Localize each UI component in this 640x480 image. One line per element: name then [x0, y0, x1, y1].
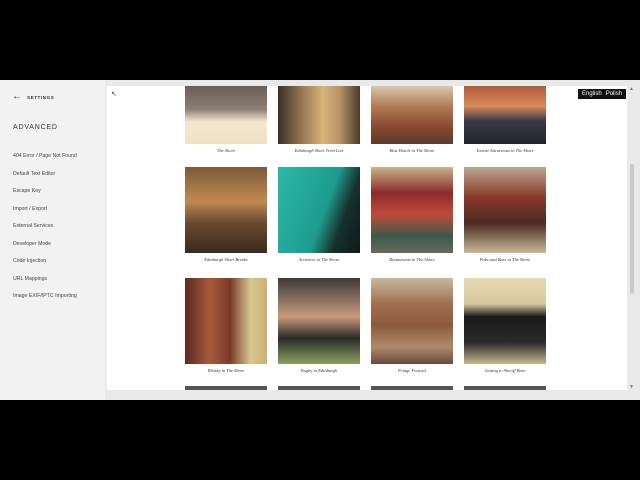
section-title: ADVANCED — [13, 124, 58, 131]
settings-sidebar: ← SETTINGS ADVANCED 404 Error / Page Not… — [0, 80, 105, 400]
menu-item-import-export[interactable]: Import / Export — [13, 204, 77, 222]
photo-beach-walker — [185, 86, 267, 144]
gallery-tile-partial — [278, 386, 360, 390]
tile-caption: Getting to Sheriff Brae — [484, 368, 526, 373]
scroll-thumb[interactable] — [630, 164, 634, 294]
tile-caption: Tourist Attractions in The Shore — [476, 148, 534, 153]
menu-item-escape-key[interactable]: Escape Key — [13, 186, 77, 204]
gallery-tile[interactable]: Fringe Festival — [371, 278, 453, 373]
menu-item-code-injection[interactable]: Code Injection — [13, 256, 77, 274]
photo-city-street — [278, 86, 360, 144]
tile-caption: Pubs and Bars in The Shore — [479, 257, 531, 262]
site-preview: ↖ English Polish The Shore Edinburgh Sho… — [107, 86, 627, 390]
app-window: ← SETTINGS ADVANCED 404 Error / Page Not… — [0, 80, 640, 400]
photo-black-taxi — [464, 278, 546, 364]
gallery-tile-partial — [371, 386, 453, 390]
photo-pub-exterior — [464, 167, 546, 253]
gallery-tile[interactable]: Getting to Sheriff Brae — [464, 278, 546, 373]
photo-cliff-climber — [278, 167, 360, 253]
scroll-up-icon[interactable]: ▲ — [629, 86, 634, 92]
photo-harbour-boat — [464, 86, 546, 144]
menu-item-developer-mode[interactable]: Developer Mode — [13, 239, 77, 257]
gallery-tile[interactable]: Restaurants in The Shore — [371, 167, 453, 262]
tile-caption: Rugby in Edinburgh — [300, 368, 338, 373]
language-polish-link[interactable]: Polish — [606, 91, 622, 97]
gallery-tile[interactable]: The Shore — [185, 86, 267, 153]
gallery-tile[interactable]: Edinburgh Short Term Lets — [278, 86, 360, 153]
preview-scrollbar[interactable]: ▲ ▼ — [628, 86, 636, 390]
photo-edinburgh-castle — [185, 167, 267, 253]
gallery-tile[interactable]: Pubs and Bars in The Shore — [464, 167, 546, 262]
gallery-tile[interactable]: Best Hotels in The Shore — [371, 86, 453, 153]
menu-item-url-mappings[interactable]: URL Mappings — [13, 274, 77, 292]
tile-caption: Activities in The Shore — [298, 257, 340, 262]
gallery-tile-partial — [464, 386, 546, 390]
back-label: SETTINGS — [27, 94, 55, 100]
tile-caption: Best Hotels in The Shore — [389, 148, 435, 153]
photo-festival-crowd — [371, 278, 453, 364]
tile-caption: Edinburgh Short Term Lets — [294, 148, 344, 153]
scroll-down-icon[interactable]: ▼ — [629, 384, 634, 390]
photo-whisky-bottles — [185, 278, 267, 364]
preview-area: ↖ English Polish The Shore Edinburgh Sho… — [105, 80, 640, 400]
gallery-tile[interactable]: Whisky in The Shore — [185, 278, 267, 373]
mouse-cursor-icon: ↖ — [111, 91, 117, 98]
gallery-tile[interactable]: Rugby in Edinburgh — [278, 278, 360, 373]
gallery-tile[interactable]: Edinburgh Short Breaks — [185, 167, 267, 262]
gallery-tile[interactable]: Tourist Attractions in The Shore — [464, 86, 546, 153]
tile-caption: Whisky in The Shore — [207, 368, 245, 373]
arrow-left-icon: ← — [12, 91, 22, 102]
menu-item-default-text-editor[interactable]: Default Text Editor — [13, 169, 77, 187]
language-switcher: English Polish — [578, 89, 627, 99]
advanced-menu: 404 Error / Page Not Found Default Text … — [13, 151, 77, 309]
photo-rugby-players — [278, 278, 360, 364]
language-english-link[interactable]: English — [582, 91, 602, 97]
back-to-settings-button[interactable]: ← SETTINGS — [12, 92, 54, 102]
gallery-tile[interactable]: Activities in The Shore — [278, 167, 360, 262]
photo-hotel-building — [371, 86, 453, 144]
tile-caption: Restaurants in The Shore — [389, 257, 435, 262]
gallery-tile-partial — [185, 386, 267, 390]
photo-restaurant-front — [371, 167, 453, 253]
tile-caption: Fringe Festival — [398, 368, 426, 373]
menu-item-external-services[interactable]: External Services — [13, 221, 77, 239]
tile-caption: Edinburgh Short Breaks — [204, 257, 248, 262]
tile-caption: The Shore — [216, 148, 236, 153]
menu-item-404-error[interactable]: 404 Error / Page Not Found — [13, 151, 77, 169]
menu-item-image-exif-importing[interactable]: Image EXIF/IPTC Importing — [13, 291, 77, 309]
